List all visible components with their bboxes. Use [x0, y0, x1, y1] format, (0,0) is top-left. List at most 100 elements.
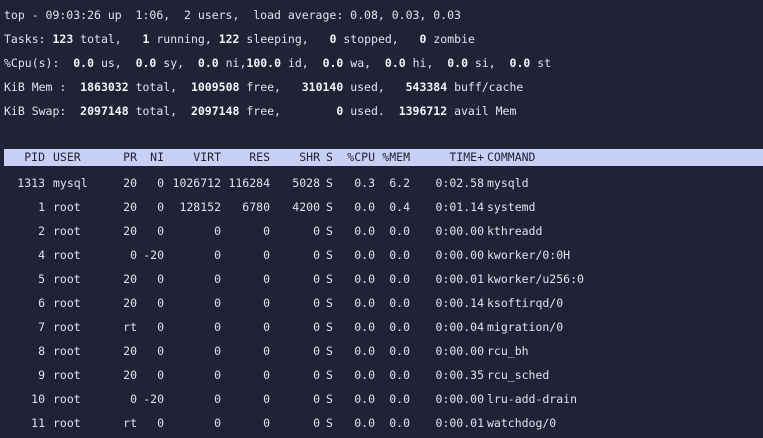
process-row[interactable]: 1 root 20 0 128152 6780 4200 S 0.0 0.4 0:01.14 syst…: [0, 195, 763, 219]
terminal-window[interactable]: top - 09:03:26 up 1:06, 2 users, load av…: [0, 0, 763, 438]
process-row[interactable]: 4 root 0 -20 0 0 0 S 0.0 0.0 0:00.00 kworker/0:0H: [0, 243, 763, 267]
process-cpu: 0.3: [354, 176, 375, 190]
process-row[interactable]: 7 root rt 0 0 0 0 S 0.0 0.0 0:00.04 migration/0: [0, 315, 763, 339]
tasks-zombie-label: zombie: [426, 32, 475, 46]
process-cpu: 0.0: [354, 224, 375, 238]
process-s: S: [326, 200, 333, 214]
process-pid: 5: [38, 272, 45, 286]
process-mem: 0.0: [389, 392, 410, 406]
col-res[interactable]: RES: [221, 149, 270, 166]
process-mem: 6.2: [389, 176, 410, 190]
process-ni: -20: [143, 248, 164, 262]
process-s: S: [326, 392, 333, 406]
col-time[interactable]: TIME+: [410, 149, 484, 166]
process-virt: 128152: [179, 200, 221, 214]
process-time: 0:00.04: [435, 320, 484, 334]
swap-prefix: KiB Swap:: [4, 104, 81, 118]
mem-free-label: free,: [239, 80, 302, 94]
cpu-si-label: si,: [468, 56, 510, 70]
cpu-wa-label: wa,: [343, 56, 385, 70]
process-s: S: [326, 176, 333, 190]
mem-used-label: used,: [343, 80, 406, 94]
process-shr: 0: [313, 296, 320, 310]
process-pr: 20: [123, 344, 137, 358]
tasks-total: 123: [52, 32, 74, 46]
col-state[interactable]: S: [326, 149, 338, 166]
process-ni: -20: [143, 392, 164, 406]
process-pid: 8: [38, 344, 45, 358]
col-command[interactable]: COMMAND: [487, 149, 597, 166]
process-row[interactable]: 10 root 0 -20 0 0 0 S 0.0 0.0 0:00.00 lru-add-drain: [0, 387, 763, 411]
process-mem: 0.0: [389, 248, 410, 262]
process-mem: 0.0: [389, 296, 410, 310]
col-pr[interactable]: PR: [104, 149, 137, 166]
mem-used: 310140: [301, 80, 344, 94]
process-ni: 0: [157, 296, 164, 310]
process-time: 0:01.14: [435, 200, 484, 214]
cpu-hi: 0.0: [384, 56, 406, 70]
col-shr[interactable]: SHR: [270, 149, 320, 166]
swap-avail-label: avail Mem: [447, 104, 517, 118]
process-command: ksoftirqd/0: [487, 296, 564, 310]
process-ni: 0: [157, 176, 164, 190]
swap-total-label: total,: [128, 104, 191, 118]
col-mem[interactable]: %MEM: [375, 149, 410, 166]
process-shr: 0: [313, 272, 320, 286]
process-row[interactable]: 5 root 20 0 0 0 0 S 0.0 0.0 0:00.01 kworker/u256:0: [0, 267, 763, 291]
process-cpu: 0.0: [354, 200, 375, 214]
uptime-line: top - 09:03:26 up 1:06, 2 users, load av…: [4, 8, 461, 22]
cpu-wa: 0.0: [322, 56, 344, 70]
process-pr: 20: [123, 200, 137, 214]
swap-line: KiB Swap: 2097148 total, 2097148 free, 0…: [0, 99, 516, 123]
col-ni[interactable]: NI: [137, 149, 164, 166]
process-pr: 20: [123, 296, 137, 310]
cpu-id-label: id,: [281, 56, 323, 70]
process-cpu: 0.0: [354, 344, 375, 358]
process-ni: 0: [157, 344, 164, 358]
mem-free: 1009508: [190, 80, 240, 94]
process-virt: 0: [214, 344, 221, 358]
process-time: 0:00.35: [435, 368, 484, 382]
process-time: 0:00.00: [435, 248, 484, 262]
process-res: 0: [263, 224, 270, 238]
mem-prefix: KiB Mem :: [4, 80, 81, 94]
process-s: S: [326, 320, 333, 334]
col-virt[interactable]: VIRT: [164, 149, 221, 166]
process-command: kthreadd: [487, 224, 543, 238]
process-shr: 0: [313, 248, 320, 262]
process-row[interactable]: 1313 mysql 20 0 1026712 116284 5028 S 0.3 6.2 0:02…: [0, 171, 763, 195]
process-mem: 0.0: [389, 416, 410, 430]
swap-total: 2097148: [80, 104, 129, 118]
process-command: rcu_bh: [487, 344, 529, 358]
process-pid: 9: [38, 368, 45, 382]
process-virt: 1026712: [172, 176, 221, 190]
process-res: 116284: [228, 176, 270, 190]
col-cpu[interactable]: %CPU: [338, 149, 375, 166]
process-cpu: 0.0: [354, 320, 375, 334]
process-row[interactable]: 6 root 20 0 0 0 0 S 0.0 0.0 0:00.14 ksoftirqd/0: [0, 291, 763, 315]
process-row[interactable]: 9 root 20 0 0 0 0 S 0.0 0.0 0:00.35 rcu_sched: [0, 363, 763, 387]
process-row[interactable]: 8 root 20 0 0 0 0 S 0.0 0.0 0:00.00 rcu_bh: [0, 339, 763, 363]
process-time: 0:00.00: [435, 392, 484, 406]
process-pr: 20: [123, 368, 137, 382]
cpu-ni: 0.0: [197, 56, 219, 70]
process-ni: 0: [157, 416, 164, 430]
process-s: S: [326, 344, 333, 358]
col-pid[interactable]: PID: [4, 149, 45, 166]
tasks-sleeping: 122: [218, 32, 240, 46]
process-mem: 0.0: [389, 224, 410, 238]
process-res: 0: [263, 248, 270, 262]
process-row[interactable]: 11 root rt 0 0 0 0 S 0.0 0.0 0:00.01 watchdog/0: [0, 411, 763, 435]
cpu-sy-label: sy,: [156, 56, 198, 70]
process-ni: 0: [157, 224, 164, 238]
process-shr: 5028: [292, 176, 320, 190]
cpu-us: 0.0: [73, 56, 95, 70]
mem-line: KiB Mem : 1863032 total, 1009508 free, 3…: [0, 75, 523, 99]
process-res: 6780: [242, 200, 270, 214]
process-row[interactable]: 2 root 20 0 0 0 0 S 0.0 0.0 0:00.00 kthreadd: [0, 219, 763, 243]
process-s: S: [326, 248, 333, 262]
process-res: 0: [263, 392, 270, 406]
cpu-ni-label: ni,: [218, 56, 247, 70]
process-shr: 0: [313, 416, 320, 430]
tasks-stopped-label: stopped,: [336, 32, 420, 46]
